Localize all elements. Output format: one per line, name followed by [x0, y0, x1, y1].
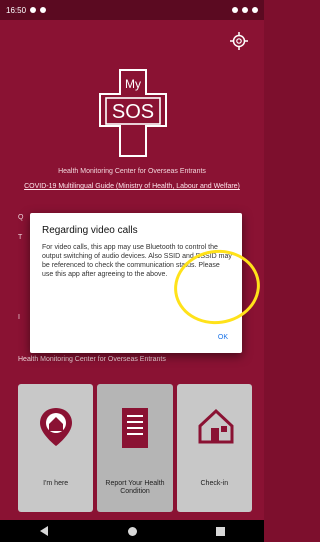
- logo-top-text: My: [125, 77, 141, 91]
- health-center-label: Health Monitoring Center for Overseas En…: [58, 168, 206, 175]
- home-icon: [127, 526, 137, 536]
- status-time: 16:50: [6, 5, 27, 15]
- notification-icon-2: [40, 7, 47, 13]
- tile-im-here[interactable]: I'm here: [18, 384, 94, 512]
- dialog-title: Regarding video calls: [42, 225, 138, 236]
- recents-icon: [215, 526, 225, 536]
- notification-icon: [30, 7, 37, 13]
- android-nav-bar: [0, 520, 264, 542]
- recents-button[interactable]: [215, 526, 225, 536]
- status-left: 16:50: [6, 5, 47, 15]
- gear-icon: [230, 32, 248, 50]
- logo-main-text: SOS: [112, 101, 154, 123]
- home-button[interactable]: [127, 526, 137, 536]
- tile-check-in[interactable]: Check-in: [176, 384, 252, 512]
- house-icon: [198, 408, 234, 444]
- guide-link[interactable]: COVID-19 Multilingual Guide (Ministry of…: [0, 182, 264, 191]
- status-right: [232, 7, 258, 13]
- tiles-row: I'm here Report Your Health Condition Ch…: [18, 384, 252, 512]
- tile-label: Report Your Health Condition: [105, 480, 165, 495]
- settings-gear-icon[interactable]: [230, 32, 248, 50]
- app-screen: 16:50 My SOS Health Monitoring Center fo…: [0, 0, 264, 542]
- document-icon: [122, 408, 149, 448]
- background-text-t: T: [18, 234, 23, 241]
- tile-report-health[interactable]: Report Your Health Condition: [97, 384, 173, 512]
- ok-button[interactable]: OK: [218, 334, 228, 341]
- back-button[interactable]: [39, 526, 49, 536]
- bluetooth-icon: [232, 7, 238, 13]
- back-icon: [40, 526, 48, 536]
- battery-icon: [252, 7, 258, 13]
- wifi-icon: [242, 7, 248, 13]
- tile-label: Check-in: [200, 480, 229, 487]
- background-text-i: I: [18, 314, 20, 321]
- status-bar: 16:50: [0, 0, 264, 20]
- tile-label: I'm here: [43, 480, 69, 487]
- background-text-q: Q: [18, 214, 24, 221]
- location-home-icon: [40, 408, 72, 446]
- background-footer-text: Health Monitoring Center for Overseas En…: [18, 356, 166, 363]
- mysos-logo: My SOS: [96, 64, 170, 164]
